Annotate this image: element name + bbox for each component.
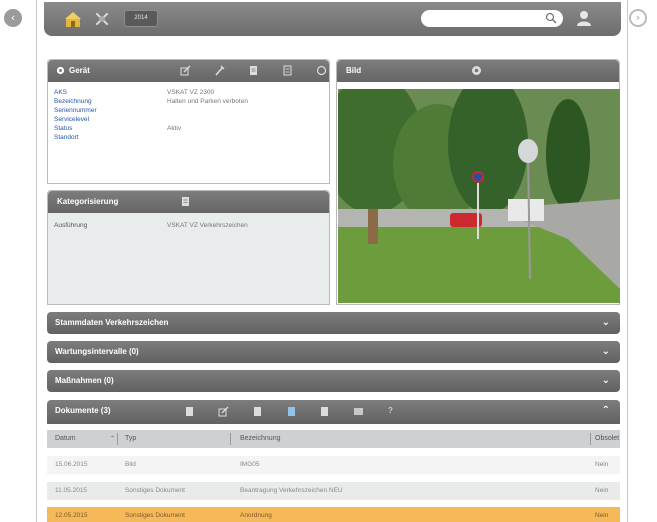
document-edit-icon[interactable]: [180, 196, 191, 207]
wrench-icon[interactable]: [214, 65, 225, 76]
image-panel: Bild: [336, 59, 620, 305]
previous-arrow-icon[interactable]: ‹: [4, 9, 22, 27]
tools-icon[interactable]: [93, 10, 111, 28]
field-bezeichnung: Bezeichnung Halten und Parken verboten: [54, 98, 248, 105]
device-panel: Gerät AKS VSKAT VZ 2300 Bezeichnung Halten…: [47, 59, 330, 184]
table-row-selected[interactable]: 12.05.2015 Sonstiges Dokument Anordnung …: [47, 507, 620, 522]
document-icon[interactable]: [248, 65, 259, 76]
sort-icon[interactable]: ⌃: [110, 430, 115, 448]
user-icon[interactable]: [575, 9, 593, 27]
field-aks: AKS VSKAT VZ 2300: [54, 89, 215, 96]
traffic-sign-photo: [338, 89, 620, 303]
chevron-down-icon[interactable]: ⌄: [602, 312, 610, 334]
table-row[interactable]: 11.05.2015 Sonstiges Dokument Beantragun…: [47, 482, 620, 500]
categorization-panel-title: Kategorisierung: [57, 197, 119, 206]
col-obsolet[interactable]: Obsolet: [595, 430, 619, 448]
categorization-fields: Ausführung VSKAT VZ Verkehrszeichen: [48, 213, 329, 230]
section-massnahmen-label: Maßnahmen (0): [55, 376, 114, 385]
col-datum[interactable]: Datum: [55, 430, 76, 448]
grid-icon[interactable]: [353, 406, 364, 417]
cell-date: 11.05.2015: [55, 487, 88, 494]
cell-name: Anordnung: [240, 512, 272, 519]
column-divider[interactable]: [117, 433, 118, 445]
device-fields: AKS VSKAT VZ 2300 Bezeichnung Halten und P…: [48, 82, 329, 142]
col-bezeichnung[interactable]: Bezeichnung: [240, 430, 280, 448]
edit-icon[interactable]: [180, 65, 191, 76]
document-delete-icon[interactable]: [319, 406, 330, 417]
chevron-up-icon[interactable]: ⌃: [602, 400, 610, 422]
top-toolbar: 2014: [44, 2, 621, 36]
column-divider[interactable]: [590, 433, 591, 445]
cell-name: Beantragung Verkehrszeichen NEU: [240, 487, 343, 494]
chevron-down-icon[interactable]: ⌄: [602, 370, 610, 392]
help-icon[interactable]: ?: [388, 400, 393, 422]
search-input[interactable]: [421, 10, 563, 27]
gear-icon: [56, 66, 65, 75]
image-panel-title: Bild: [346, 66, 362, 75]
cell-obsolete: Nein: [595, 512, 609, 519]
home-icon[interactable]: [64, 10, 82, 28]
categorization-panel: Kategorisierung Ausführung VSKAT VZ Verke…: [47, 190, 330, 305]
section-wartungsintervalle-label: Wartungsintervalle (0): [55, 347, 139, 356]
categorization-panel-header: Kategorisierung: [48, 191, 329, 213]
search-icon[interactable]: [545, 12, 557, 24]
settings-icon[interactable]: [471, 65, 482, 76]
table-row[interactable]: 15.06.2015 Bild IMG05 Nein: [47, 456, 620, 474]
cell-obsolete: Nein: [595, 461, 609, 468]
device-panel-header: Gerät: [48, 60, 329, 82]
cell-obsolete: Nein: [595, 487, 609, 494]
cell-type: Bild: [125, 461, 136, 468]
field-seriennummer: Seriennummer: [54, 107, 97, 114]
chevron-down-icon[interactable]: ⌄: [602, 341, 610, 363]
section-stammdaten-label: Stammdaten Verkehrszeichen: [55, 318, 169, 327]
cell-date: 12.05.2015: [55, 512, 88, 519]
section-wartungsintervalle[interactable]: Wartungsintervalle (0) ⌄: [47, 341, 620, 363]
column-divider[interactable]: [230, 433, 231, 445]
field-status: Status Aktiv: [54, 125, 182, 132]
col-typ[interactable]: Typ: [125, 430, 136, 448]
field-standort: Standort: [54, 134, 79, 141]
document-add-icon[interactable]: [184, 406, 195, 417]
history-icon[interactable]: [316, 65, 327, 76]
documents-table-header: Datum ⌃ Typ Bezeichnung Obsolet: [47, 430, 620, 448]
cell-type: Sonstiges Dokument: [125, 512, 185, 519]
year-tag[interactable]: 2014: [124, 10, 158, 27]
cell-name: IMG05: [240, 461, 260, 468]
edit-icon[interactable]: [218, 406, 229, 417]
cell-type: Sonstiges Dokument: [125, 487, 185, 494]
field-ausfuehrung: Ausführung VSKAT VZ Verkehrszeichen: [54, 222, 248, 229]
document-upload-icon[interactable]: [286, 406, 297, 417]
document-copy-icon[interactable]: [252, 406, 263, 417]
print-icon[interactable]: [282, 65, 293, 76]
next-arrow-icon[interactable]: ›: [629, 9, 647, 27]
field-servicelevel: Servicelevel: [54, 116, 90, 123]
section-stammdaten[interactable]: Stammdaten Verkehrszeichen ⌄: [47, 312, 620, 334]
cell-date: 15.06.2015: [55, 461, 88, 468]
section-dokumente[interactable]: Dokumente (3) ? ⌃: [47, 400, 620, 424]
section-dokumente-label: Dokumente (3): [55, 406, 111, 415]
section-massnahmen[interactable]: Maßnahmen (0) ⌄: [47, 370, 620, 392]
image-panel-header: Bild: [337, 60, 619, 82]
